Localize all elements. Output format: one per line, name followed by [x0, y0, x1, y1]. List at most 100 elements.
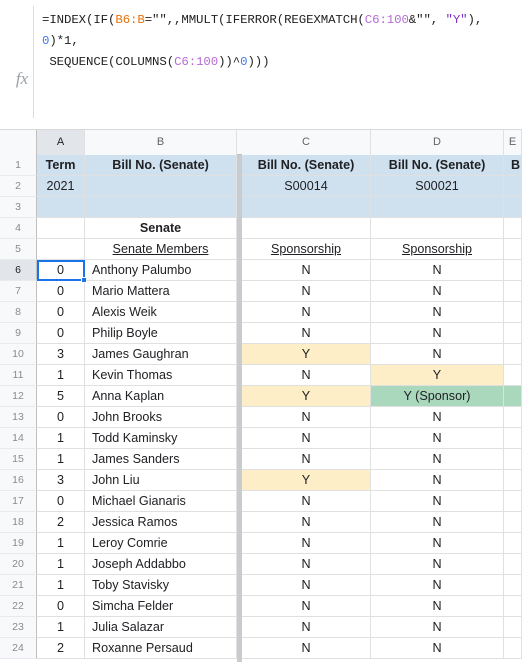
row-header-20[interactable]: 20 [0, 554, 37, 575]
row-header-17[interactable]: 17 [0, 491, 37, 512]
cell-A11[interactable]: 1 [37, 365, 85, 386]
cell-C15[interactable]: N [242, 449, 371, 470]
cell-A9[interactable]: 0 [37, 323, 85, 344]
cell-B12[interactable]: Anna Kaplan [85, 386, 237, 407]
cell-D12[interactable]: Y (Sponsor) [371, 386, 504, 407]
cell-D9[interactable]: N [371, 323, 504, 344]
cell-A5[interactable] [37, 239, 85, 260]
row-header-19[interactable]: 19 [0, 533, 37, 554]
column-header-e[interactable]: E [504, 130, 522, 155]
row-header-16[interactable]: 16 [0, 470, 37, 491]
cell-E22[interactable] [504, 596, 522, 617]
cell-E21[interactable] [504, 575, 522, 596]
cell-E1[interactable]: Bi [504, 155, 522, 176]
cell-A20[interactable]: 1 [37, 554, 85, 575]
cell-E2[interactable] [504, 176, 522, 197]
cell-D17[interactable]: N [371, 491, 504, 512]
cell-E3[interactable] [504, 197, 522, 218]
cell-A8[interactable]: 0 [37, 302, 85, 323]
cell-E9[interactable] [504, 323, 522, 344]
spreadsheet-grid[interactable]: ABCDE 1 2 3 4 5 6 7 8 9 10 11 12 13 14 15 16 17 18 19 20 21 2… [0, 130, 522, 662]
cell-B13[interactable]: John Brooks [85, 407, 237, 428]
cell-C23[interactable]: N [242, 617, 371, 638]
cell-B21[interactable]: Toby Stavisky [85, 575, 237, 596]
column-header-a[interactable]: A [37, 130, 85, 155]
cell-B16[interactable]: John Liu [85, 470, 237, 491]
row-header-3[interactable]: 3 [0, 197, 37, 218]
cell-B24[interactable]: Roxanne Persaud [85, 638, 237, 659]
cell-C20[interactable]: N [242, 554, 371, 575]
column-header-c[interactable]: C [242, 130, 371, 155]
cell-B9[interactable]: Philip Boyle [85, 323, 237, 344]
cell-B17[interactable]: Michael Gianaris [85, 491, 237, 512]
cell-B7[interactable]: Mario Mattera [85, 281, 237, 302]
cell-D14[interactable]: N [371, 428, 504, 449]
row-header-13[interactable]: 13 [0, 407, 37, 428]
cell-D10[interactable]: N [371, 344, 504, 365]
row-header-11[interactable]: 11 [0, 365, 37, 386]
cell-E5[interactable] [504, 239, 522, 260]
cell-D16[interactable]: N [371, 470, 504, 491]
cell-D8[interactable]: N [371, 302, 504, 323]
cell-B23[interactable]: Julia Salazar [85, 617, 237, 638]
cell-B14[interactable]: Todd Kaminsky [85, 428, 237, 449]
cell-A19[interactable]: 1 [37, 533, 85, 554]
cell-E12[interactable] [504, 386, 522, 407]
cell-A17[interactable]: 0 [37, 491, 85, 512]
cell-C14[interactable]: N [242, 428, 371, 449]
cell-A13[interactable]: 0 [37, 407, 85, 428]
cell-D18[interactable]: N [371, 512, 504, 533]
cell-D21[interactable]: N [371, 575, 504, 596]
cell-A10[interactable]: 3 [37, 344, 85, 365]
cell-C7[interactable]: N [242, 281, 371, 302]
cell-C18[interactable]: N [242, 512, 371, 533]
row-header-21[interactable]: 21 [0, 575, 37, 596]
cell-A6[interactable]: 0 [37, 260, 85, 281]
cell-A2[interactable]: 2021 [37, 176, 85, 197]
cell-C22[interactable]: N [242, 596, 371, 617]
cell-E13[interactable] [504, 407, 522, 428]
cell-B4[interactable]: Senate [85, 218, 237, 239]
row-header-14[interactable]: 14 [0, 428, 37, 449]
cell-A14[interactable]: 1 [37, 428, 85, 449]
row-header-23[interactable]: 23 [0, 617, 37, 638]
cell-C5[interactable]: Sponsorship [242, 239, 371, 260]
cell-E11[interactable] [504, 365, 522, 386]
fill-handle[interactable] [81, 277, 87, 283]
cell-D4[interactable] [371, 218, 504, 239]
cell-A24[interactable]: 2 [37, 638, 85, 659]
cell-A1[interactable]: Term [37, 155, 85, 176]
cell-A3[interactable] [37, 197, 85, 218]
cell-E10[interactable] [504, 344, 522, 365]
cell-C1[interactable]: Bill No. (Senate) [242, 155, 371, 176]
cell-D23[interactable]: N [371, 617, 504, 638]
row-header-2[interactable]: 2 [0, 176, 37, 197]
cell-C17[interactable]: N [242, 491, 371, 512]
cell-C16[interactable]: Y [242, 470, 371, 491]
row-header-18[interactable]: 18 [0, 512, 37, 533]
row-header-10[interactable]: 10 [0, 344, 37, 365]
cell-E19[interactable] [504, 533, 522, 554]
cell-C2[interactable]: S00014 [242, 176, 371, 197]
cell-C12[interactable]: Y [242, 386, 371, 407]
cell-C9[interactable]: N [242, 323, 371, 344]
cell-A4[interactable] [37, 218, 85, 239]
cell-E8[interactable] [504, 302, 522, 323]
cell-C24[interactable]: N [242, 638, 371, 659]
cell-C13[interactable]: N [242, 407, 371, 428]
cell-E6[interactable] [504, 260, 522, 281]
cell-A23[interactable]: 1 [37, 617, 85, 638]
cell-B2[interactable] [85, 176, 237, 197]
cell-D7[interactable]: N [371, 281, 504, 302]
cell-E17[interactable] [504, 491, 522, 512]
cell-B3[interactable] [85, 197, 237, 218]
cell-E23[interactable] [504, 617, 522, 638]
row-header-9[interactable]: 9 [0, 323, 37, 344]
cell-A15[interactable]: 1 [37, 449, 85, 470]
cell-D3[interactable] [371, 197, 504, 218]
cell-D13[interactable]: N [371, 407, 504, 428]
cell-D15[interactable]: N [371, 449, 504, 470]
cell-D20[interactable]: N [371, 554, 504, 575]
row-header-22[interactable]: 22 [0, 596, 37, 617]
cell-E14[interactable] [504, 428, 522, 449]
